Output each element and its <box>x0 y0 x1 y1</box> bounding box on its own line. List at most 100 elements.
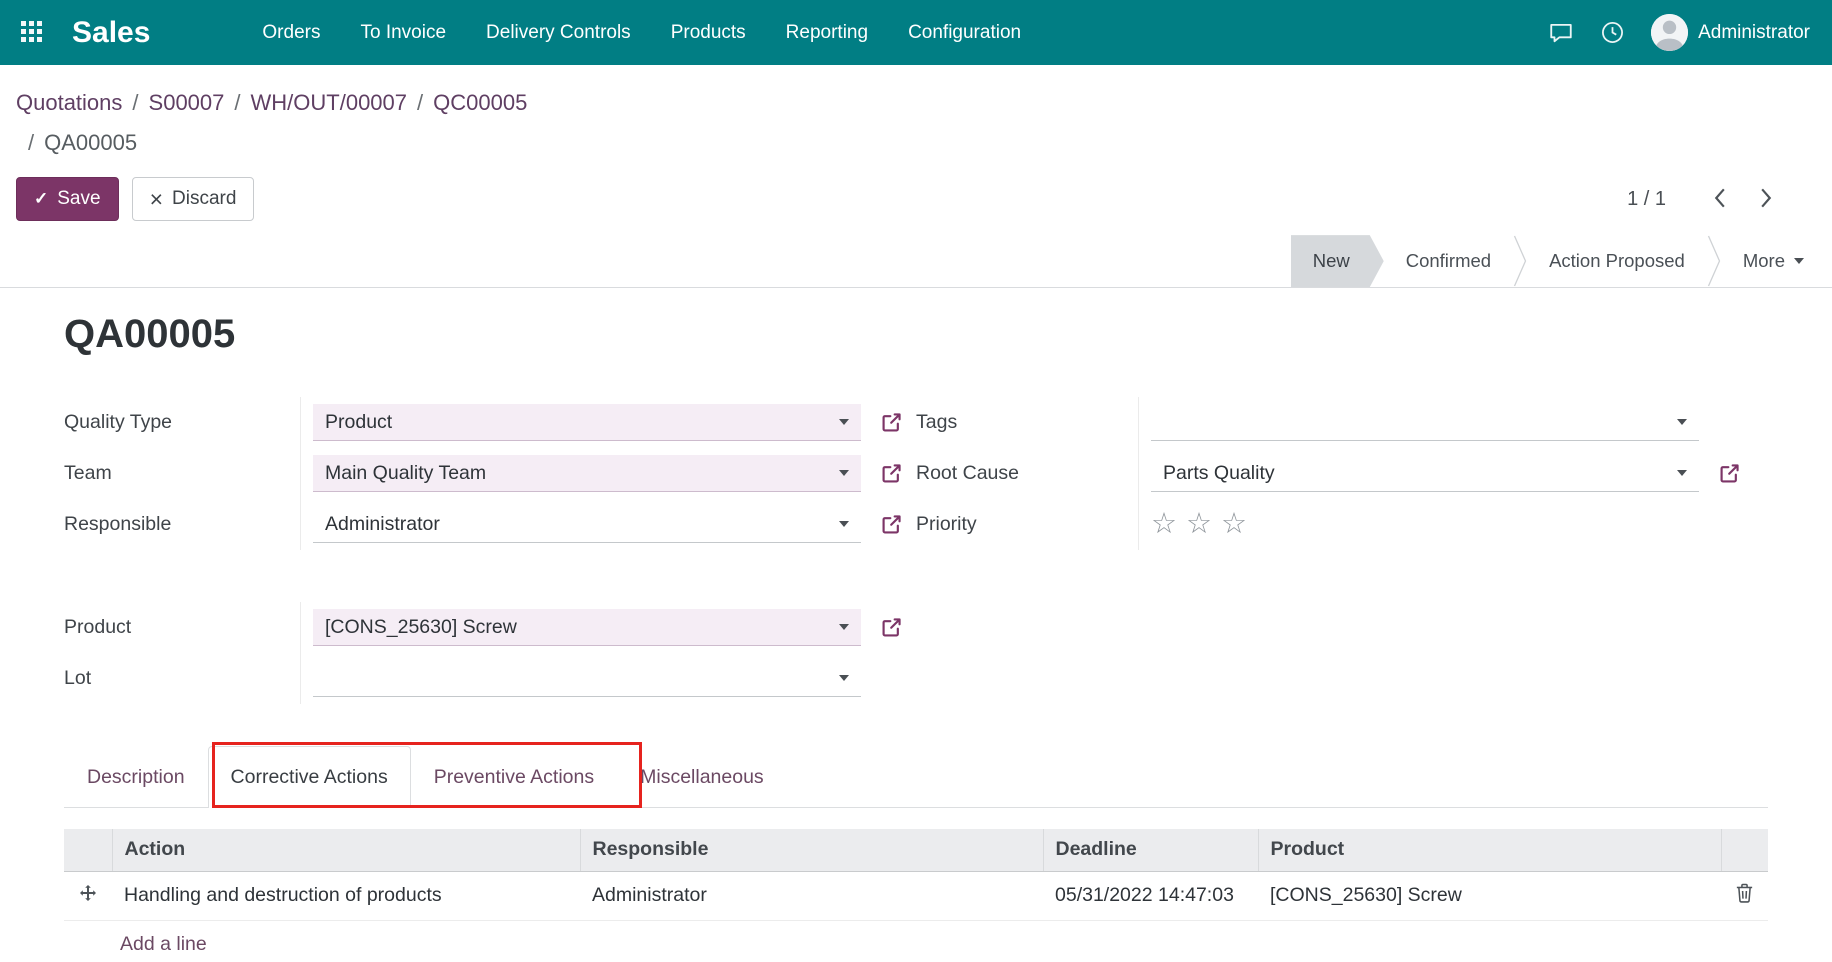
lot-select[interactable] <box>313 660 861 697</box>
priority-label: Priority <box>916 513 1138 536</box>
tab-description[interactable]: Description <box>64 746 208 808</box>
status-step-action-proposed-label: Action Proposed <box>1549 250 1685 272</box>
menu-item-products[interactable]: Products <box>651 0 766 65</box>
app-name[interactable]: Sales <box>72 16 150 50</box>
user-menu[interactable]: Administrator <box>1651 14 1810 51</box>
form-sheet: QA00005 Quality Type Product <box>0 288 1832 956</box>
status-step-new[interactable]: New <box>1291 235 1384 287</box>
column-header-handle <box>64 829 112 871</box>
cell-action[interactable]: Handling and destruction of products <box>112 871 580 920</box>
apps-grid-icon <box>21 21 42 45</box>
dropdown-caret-icon <box>839 419 849 425</box>
menu-item-reporting[interactable]: Reporting <box>766 0 888 65</box>
tab-corrective-actions[interactable]: Corrective Actions <box>208 746 411 808</box>
responsible-select[interactable]: Administrator <box>313 506 861 543</box>
breadcrumb-link-wh-out[interactable]: WH/OUT/00007 <box>251 90 408 115</box>
cell-product[interactable]: [CONS_25630] Screw <box>1258 871 1721 920</box>
status-more-label: More <box>1743 250 1785 272</box>
team-value: Main Quality Team <box>325 462 486 485</box>
menu-item-delivery-controls[interactable]: Delivery Controls <box>466 0 651 65</box>
product-external-link-icon[interactable] <box>880 616 903 639</box>
status-step-confirmed[interactable]: Confirmed <box>1384 235 1513 287</box>
save-button[interactable]: ✓ Save <box>16 177 119 221</box>
main-menu: Orders To Invoice Delivery Controls Prod… <box>242 0 1041 65</box>
control-panel-buttons-row: ✓ Save × Discard 1 / 1 <box>16 177 1816 221</box>
dropdown-caret-icon <box>839 624 849 630</box>
tab-preventive-actions-label: Preventive Actions <box>434 766 594 788</box>
root-cause-label: Root Cause <box>916 462 1138 485</box>
team-external-link-icon[interactable] <box>880 462 903 485</box>
control-panel: Quotations/S00007/WH/OUT/00007/QC00005 /… <box>0 65 1832 221</box>
field-product: Product [CONS_25630] Screw <box>64 602 916 653</box>
table-row[interactable]: Handling and destruction of products Adm… <box>64 871 1768 920</box>
responsible-external-link-icon[interactable] <box>880 513 903 536</box>
field-group-main: Quality Type Product Team <box>64 397 916 550</box>
quality-type-external-link-icon[interactable] <box>880 411 903 434</box>
notebook-tabs: Description Corrective Actions Preventiv… <box>64 746 1768 808</box>
status-separator-icon <box>1707 235 1721 287</box>
add-a-line-link[interactable]: Add a line <box>64 921 207 956</box>
root-cause-select[interactable]: Parts Quality <box>1151 455 1699 492</box>
field-group-product: Product [CONS_25630] Screw Lot <box>64 602 916 704</box>
tags-label: Tags <box>916 411 1138 434</box>
chevron-right-icon <box>1760 187 1773 212</box>
drag-handle-icon[interactable] <box>80 885 96 901</box>
status-separator-icon <box>1513 235 1527 287</box>
menu-item-configuration[interactable]: Configuration <box>888 0 1041 65</box>
team-select[interactable]: Main Quality Team <box>313 455 861 492</box>
root-cause-external-link-icon[interactable] <box>1718 462 1741 485</box>
breadcrumb-link-s00007[interactable]: S00007 <box>149 90 225 115</box>
column-header-action[interactable]: Action <box>112 829 580 871</box>
quality-type-value: Product <box>325 411 392 434</box>
statusbar: New Confirmed Action Proposed More <box>1291 235 1832 287</box>
record-title: QA00005 <box>64 312 1768 357</box>
breadcrumb-current: QA00005 <box>44 130 137 155</box>
star-icon[interactable]: ☆ <box>1151 510 1177 539</box>
menu-item-to-invoice[interactable]: To Invoice <box>340 0 466 65</box>
discard-button[interactable]: × Discard <box>132 177 255 221</box>
product-select[interactable]: [CONS_25630] Screw <box>313 609 861 646</box>
star-icon[interactable]: ☆ <box>1221 510 1247 539</box>
pager-count: 1 / 1 <box>1627 188 1666 211</box>
responsible-value: Administrator <box>325 513 440 536</box>
column-header-responsible[interactable]: Responsible <box>580 829 1043 871</box>
column-header-delete <box>1721 829 1768 871</box>
quality-type-select[interactable]: Product <box>313 404 861 441</box>
discard-button-label: Discard <box>172 188 236 210</box>
tags-select[interactable] <box>1151 404 1699 441</box>
cell-responsible[interactable]: Administrator <box>580 871 1043 920</box>
breadcrumb-separator: / <box>224 90 250 115</box>
breadcrumb-link-qc00005[interactable]: QC00005 <box>433 90 527 115</box>
delete-row-trash-icon[interactable] <box>1735 883 1754 903</box>
star-icon[interactable]: ☆ <box>1186 510 1212 539</box>
apps-menu-button[interactable] <box>0 0 62 65</box>
chevron-down-icon <box>1794 258 1804 264</box>
top-navbar: Sales Orders To Invoice Delivery Control… <box>0 0 1832 65</box>
menu-item-orders[interactable]: Orders <box>242 0 340 65</box>
breadcrumb-line-1: Quotations/S00007/WH/OUT/00007/QC00005 <box>16 83 1816 123</box>
field-lot: Lot <box>64 653 916 704</box>
activities-clock-icon[interactable] <box>1600 20 1625 45</box>
add-a-line-label: Add a line <box>120 933 207 955</box>
quality-type-label: Quality Type <box>64 411 300 434</box>
root-cause-value: Parts Quality <box>1163 462 1275 485</box>
product-value: [CONS_25630] Screw <box>325 616 517 639</box>
breadcrumb-link-quotations[interactable]: Quotations <box>16 90 122 115</box>
pager-next-button[interactable] <box>1743 187 1790 212</box>
tab-preventive-actions[interactable]: Preventive Actions <box>411 746 617 808</box>
field-priority: Priority ☆ ☆ ☆ <box>916 499 1768 550</box>
breadcrumb-line-2: /QA00005 <box>16 123 1816 163</box>
team-label: Team <box>64 462 300 485</box>
breadcrumb-separator: / <box>28 130 44 155</box>
pager-previous-button[interactable] <box>1696 187 1743 212</box>
navbar-systray: Administrator <box>1548 14 1832 51</box>
priority-stars: ☆ ☆ ☆ <box>1151 510 1247 539</box>
status-step-action-proposed[interactable]: Action Proposed <box>1527 235 1707 287</box>
status-more-dropdown[interactable]: More <box>1721 235 1822 287</box>
tab-miscellaneous[interactable]: Miscellaneous <box>617 746 787 808</box>
column-header-product[interactable]: Product <box>1258 829 1721 871</box>
column-header-deadline[interactable]: Deadline <box>1043 829 1258 871</box>
cell-deadline[interactable]: 05/31/2022 14:47:03 <box>1043 871 1258 920</box>
messages-icon[interactable] <box>1548 21 1574 45</box>
status-step-new-label: New <box>1313 250 1350 272</box>
